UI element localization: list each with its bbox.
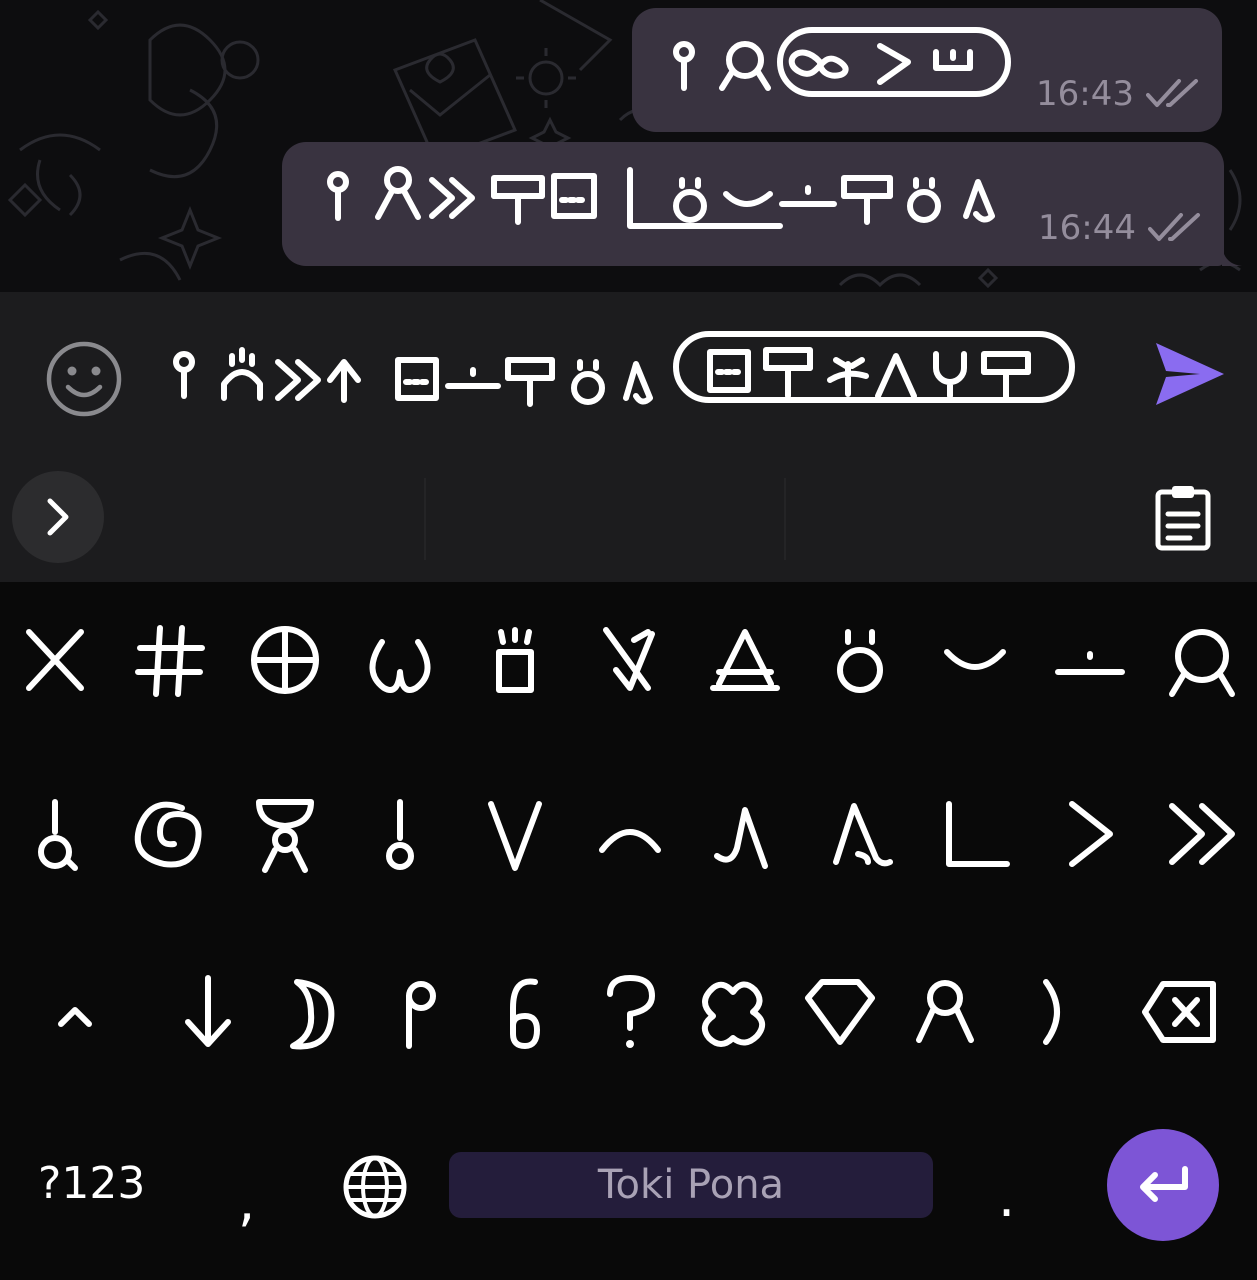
globe-icon[interactable] <box>340 1152 410 1222</box>
key-open[interactable] <box>930 784 1020 884</box>
message-input[interactable] <box>166 324 1086 414</box>
key-lawa[interactable] <box>470 610 560 710</box>
clipboard-icon[interactable] <box>1148 482 1218 552</box>
key-uta[interactable] <box>930 610 1020 710</box>
key-anu[interactable] <box>355 784 445 884</box>
shift-icon <box>58 1007 92 1027</box>
chat-area: 16:43 16:44 <box>0 0 1257 292</box>
key-en[interactable] <box>1005 962 1095 1062</box>
period-key[interactable]: . <box>998 1166 1015 1229</box>
key-ma[interactable] <box>240 610 330 710</box>
key-pi[interactable] <box>372 962 462 1062</box>
key-ala[interactable] <box>10 610 100 710</box>
key-jan-sewi[interactable] <box>240 784 330 884</box>
space-bar[interactable]: Toki Pona <box>449 1152 933 1218</box>
key-nasin[interactable] <box>700 610 790 710</box>
suggestion-divider <box>424 478 426 560</box>
key-sike[interactable] <box>125 784 215 884</box>
key-kiwen[interactable] <box>795 962 885 1062</box>
key-sewi-arc[interactable] <box>585 784 675 884</box>
key-pona[interactable] <box>1045 610 1135 710</box>
key-suli[interactable] <box>1045 784 1135 884</box>
keyboard: ?123 , Toki Pona . <box>0 582 1257 1280</box>
message-time: 16:44 <box>1038 208 1136 248</box>
key-mu[interactable] <box>355 610 445 710</box>
key-anpa[interactable] <box>163 962 253 1062</box>
key-seme[interactable] <box>585 962 675 1062</box>
emoji-icon[interactable] <box>44 339 124 419</box>
expand-toolbar-button[interactable] <box>12 471 104 563</box>
suggestion-strip <box>0 454 1257 582</box>
backspace-icon <box>1142 981 1216 1043</box>
key-kulupu[interactable] <box>125 610 215 710</box>
bubble-tail <box>1222 246 1242 266</box>
key-linja[interactable] <box>478 962 568 1062</box>
message-time: 16:43 <box>1036 74 1134 114</box>
key-lukin[interactable] <box>1157 610 1247 710</box>
key-ilo[interactable] <box>585 610 675 710</box>
key-pana[interactable] <box>1157 784 1247 884</box>
key-tawa[interactable] <box>700 784 790 884</box>
double-check-icon <box>1148 213 1200 241</box>
enter-button[interactable] <box>1107 1129 1219 1241</box>
message-meta: 16:43 <box>1036 74 1200 114</box>
send-icon[interactable] <box>1150 339 1228 409</box>
suggestion-divider <box>784 478 786 560</box>
symbols-key[interactable]: ?123 <box>38 1158 145 1209</box>
key-la[interactable] <box>10 784 100 884</box>
key-ona[interactable] <box>815 610 905 710</box>
key-kasi-blob[interactable] <box>690 962 780 1062</box>
key-mun[interactable] <box>268 962 358 1062</box>
key-jan[interactable] <box>900 962 990 1062</box>
key-shift[interactable] <box>30 962 120 1062</box>
key-kama[interactable] <box>815 784 905 884</box>
enter-icon <box>1140 1166 1188 1202</box>
key-backspace[interactable] <box>1136 962 1226 1062</box>
double-check-icon <box>1146 79 1198 107</box>
chevron-right-icon <box>47 498 69 536</box>
message-bubble-outgoing[interactable]: 16:44 <box>282 142 1224 266</box>
message-bubble-outgoing[interactable]: 16:43 <box>632 8 1222 132</box>
message-meta: 16:44 <box>1038 208 1202 248</box>
message-input-bar <box>0 292 1257 454</box>
comma-key[interactable]: , <box>238 1170 255 1233</box>
key-kama-v[interactable] <box>470 784 560 884</box>
